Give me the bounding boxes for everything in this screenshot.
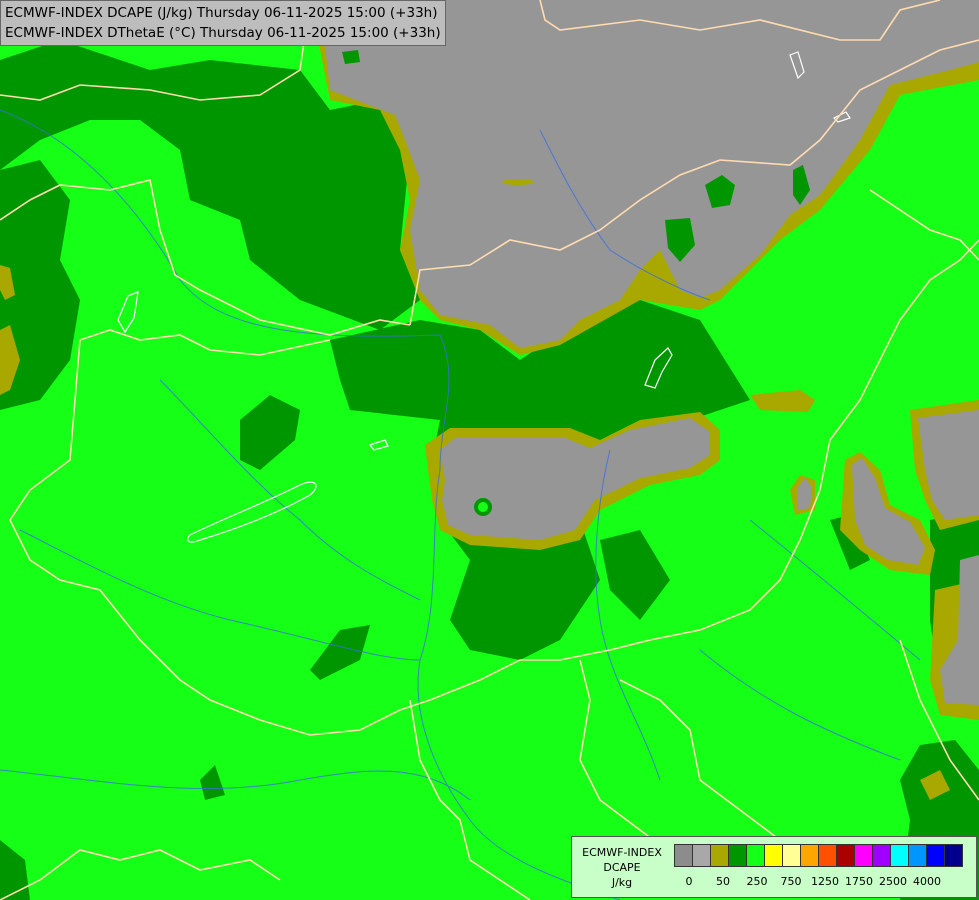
legend-swatches [674,844,963,867]
legend-unit: J/kg [611,876,633,889]
legend-tick-label: 0 [685,875,693,888]
legend-swatch [674,844,693,867]
legend-tick-label: 250 [746,875,768,888]
legend-swatch [836,844,855,867]
legend-swatch [800,844,819,867]
legend-swatch [854,844,873,867]
legend-swatch [764,844,783,867]
legend-tick-label: 4000 [913,875,941,888]
map-canvas [0,0,979,900]
legend-swatch [926,844,945,867]
legend-swatch [890,844,909,867]
legend-swatch [782,844,801,867]
legend-tick-label: 1750 [845,875,873,888]
legend-title: ECMWF-INDEX DCAPE J/kg [572,845,672,890]
title-line-dcape: ECMWF-INDEX DCAPE (J/kg) Thursday 06-11-… [5,5,438,21]
legend-swatch [692,844,711,867]
legend-swatch [944,844,963,867]
legend-swatch [710,844,729,867]
legend-title-model: ECMWF-INDEX [582,846,662,859]
legend-tick-label: 1250 [811,875,839,888]
legend-title-param: DCAPE [603,861,641,874]
legend-swatch [872,844,891,867]
legend-swatch [818,844,837,867]
title-line-dthetae: ECMWF-INDEX DThetaE (°C) Thursday 06-11-… [5,25,441,41]
legend-tick-label: 2500 [879,875,907,888]
legend-swatch [908,844,927,867]
legend-swatch [746,844,765,867]
legend-tick-label: 750 [780,875,802,888]
color-legend: ECMWF-INDEX DCAPE J/kg 0 50 250 750 1250 1750… [571,836,977,898]
legend-swatch [728,844,747,867]
map-title-box: ECMWF-INDEX DCAPE (J/kg) Thursday 06-11-… [0,0,446,46]
legend-tick-label: 50 [716,875,730,888]
legend-ticks: 0 50 250 750 1250 1750 2500 4000 [674,875,974,889]
